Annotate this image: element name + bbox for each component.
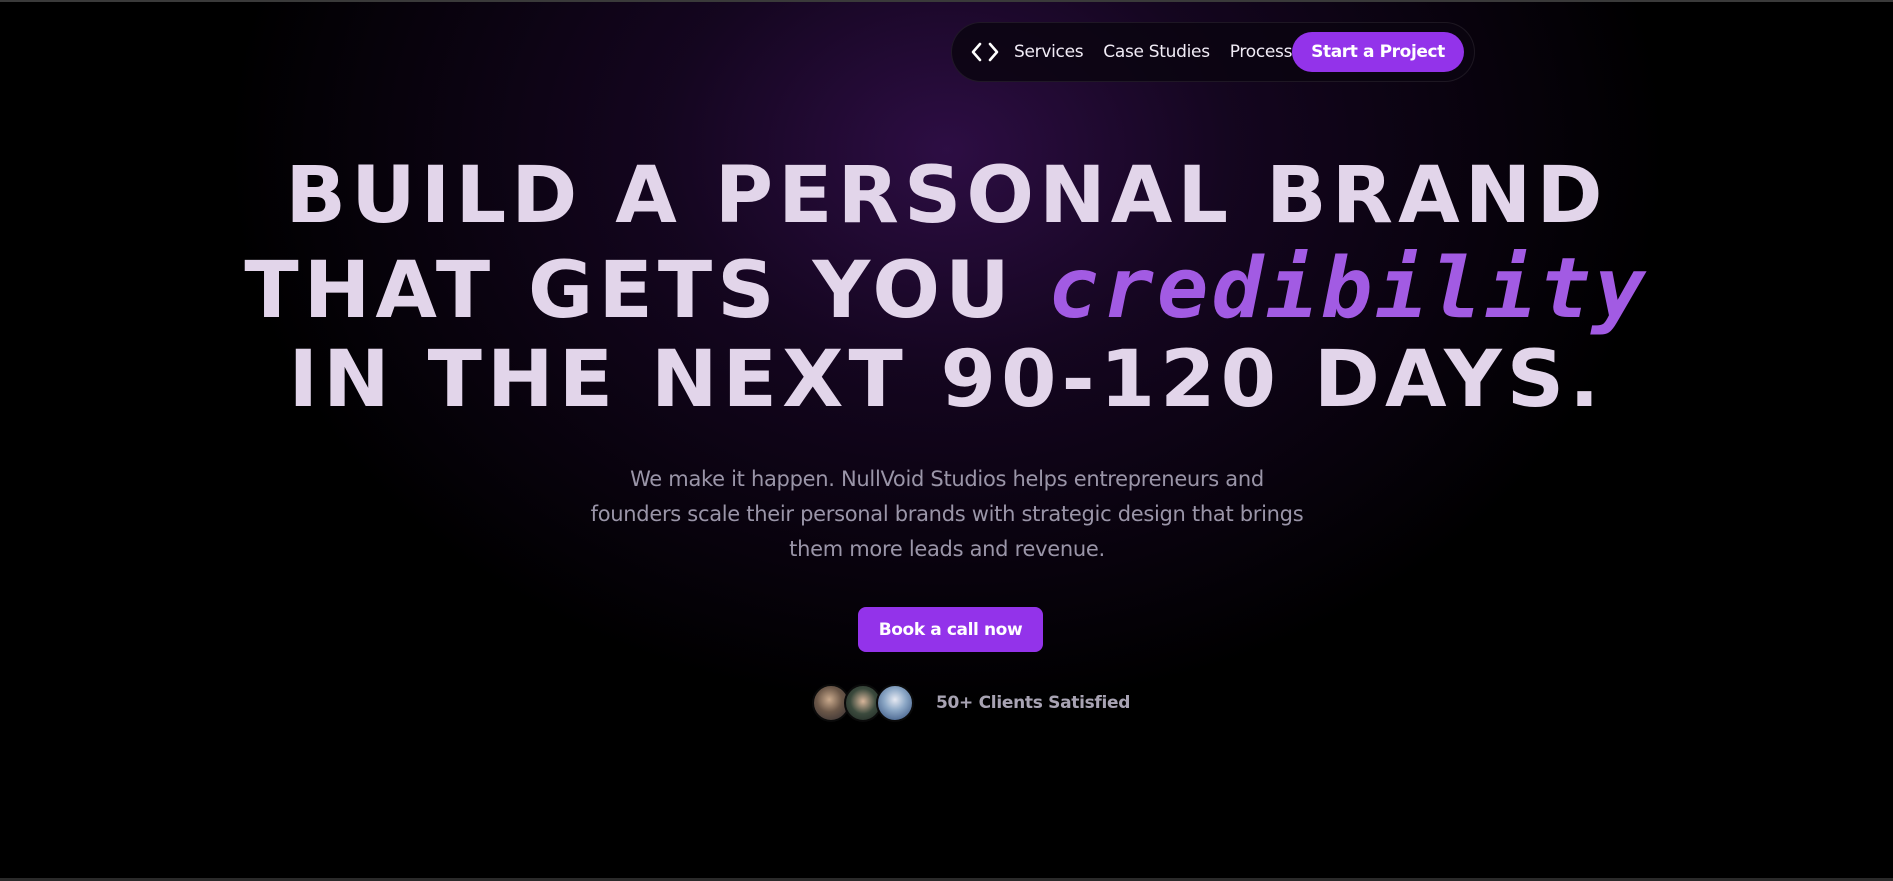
hero-headline: BUILD A PERSONAL BRAND THAT GETS YOU cre… xyxy=(0,150,1893,426)
headline-line-2: THAT GETS YOU credibility xyxy=(0,239,1893,337)
client-avatar xyxy=(876,684,914,722)
hero-subtext: We make it happen. NullVoid Studios help… xyxy=(590,467,1304,561)
top-navigation: Services Case Studies Process Start a Pr… xyxy=(951,22,1475,82)
nav-link-process[interactable]: Process xyxy=(1230,42,1293,62)
nav-link-case-studies[interactable]: Case Studies xyxy=(1103,42,1210,62)
code-brackets-icon-graphic xyxy=(971,42,999,62)
nav-link-services[interactable]: Services xyxy=(1014,42,1084,62)
nav-links: Services Case Studies Process xyxy=(1014,42,1292,62)
code-brackets-icon[interactable] xyxy=(970,38,1000,66)
headline-line-2-prefix: THAT GETS YOU xyxy=(244,246,1048,336)
clients-social-proof: 50+ Clients Satisfied xyxy=(812,684,1130,722)
book-call-button[interactable]: Book a call now xyxy=(858,607,1043,652)
client-avatars xyxy=(812,684,914,722)
clients-count-label: 50+ Clients Satisfied xyxy=(936,693,1131,713)
headline-line-1: BUILD A PERSONAL BRAND xyxy=(285,151,1608,241)
hero-page: Services Case Studies Process Start a Pr… xyxy=(0,0,1893,881)
start-project-button[interactable]: Start a Project xyxy=(1292,32,1464,72)
headline-accent-word: credibility xyxy=(1047,239,1649,337)
headline-line-3: IN THE NEXT 90-120 DAYS. xyxy=(288,335,1605,425)
top-border xyxy=(0,0,1893,2)
